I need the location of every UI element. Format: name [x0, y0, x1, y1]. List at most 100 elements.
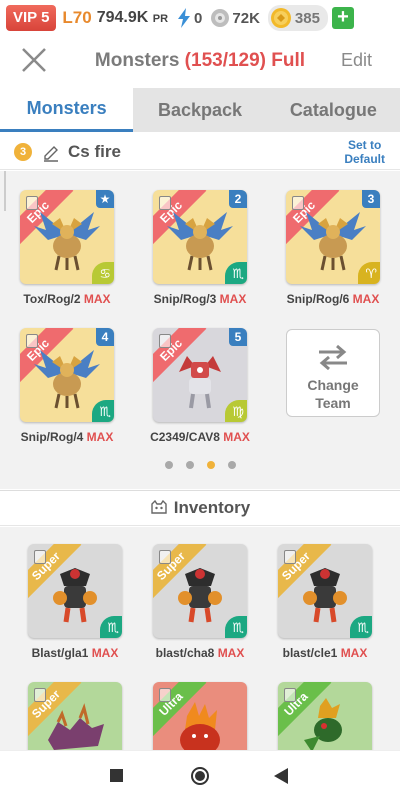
page-dot[interactable] [164, 461, 173, 469]
max-tag: MAX [340, 646, 368, 660]
inventory-header: Inventory [0, 490, 400, 526]
monster-label: Snip/Rog/4 MAX [7, 430, 127, 444]
page-dot-active[interactable] [206, 461, 215, 469]
monster-label: C2349/CAV8 MAX [140, 430, 260, 444]
max-tag: MAX [217, 646, 245, 660]
set-default-button[interactable]: Set to Default [344, 138, 385, 166]
monster-name: blast/cha8 [155, 646, 215, 660]
fire-beast-icon [180, 702, 220, 750]
energy-resource[interactable]: 0 [176, 8, 202, 28]
monster-card[interactable]: Ultra [278, 682, 372, 750]
max-tag: MAX [83, 292, 111, 306]
monster-count: (153/129) Full [184, 50, 306, 71]
add-gold-button[interactable]: + [331, 7, 354, 29]
monster-card[interactable]: Super ♏ [153, 544, 247, 638]
max-tag: MAX [86, 430, 114, 444]
power-rating-value: 794.9K [96, 9, 149, 26]
system-nav-bar [0, 750, 400, 800]
beast-icon [53, 568, 97, 623]
recent-apps-icon[interactable] [110, 769, 123, 782]
zodiac-icon: ♏ [225, 262, 247, 284]
max-tag: MAX [219, 292, 247, 306]
page-dot[interactable] [185, 461, 194, 469]
page-dot[interactable] [227, 461, 236, 469]
power-rating: 794.9K PR [97, 9, 168, 27]
team-number-badge: 3 [14, 143, 32, 161]
griffin-icon [300, 212, 366, 271]
zodiac-icon: ♏ [225, 616, 247, 638]
status-bar: VIP 5 L70 794.9K PR 0 72K 385 + [0, 0, 400, 36]
inventory-title: Inventory [173, 498, 251, 517]
team-bar: 3 Cs fire Set to Default [0, 134, 400, 170]
monster-face-icon [151, 500, 167, 514]
scrollbar[interactable] [4, 171, 6, 211]
change-team-button[interactable]: Change Team [286, 329, 380, 417]
food-icon [211, 9, 230, 27]
page-title-text: Monsters [94, 50, 180, 71]
zodiac-icon: ♏ [92, 400, 114, 422]
change-team-line1: Change [307, 377, 359, 393]
monster-card[interactable]: Epic 3 ♈ [286, 190, 380, 284]
gold-coin-icon [270, 8, 291, 28]
monster-card[interactable]: Super [28, 682, 122, 750]
monster-card[interactable]: Ultra [153, 682, 247, 750]
monster-card[interactable]: Epic 5 ♍ [153, 328, 247, 422]
zodiac-icon: ♈ [358, 262, 380, 284]
set-default-line2: Default [344, 152, 385, 166]
change-team-line2: Team [315, 395, 351, 411]
griffin-icon [34, 212, 100, 271]
tab-monsters[interactable]: Monsters [0, 88, 134, 132]
edit-button[interactable]: Edit [341, 50, 372, 71]
team-name[interactable]: Cs fire [68, 142, 121, 162]
page-indicator [0, 461, 400, 469]
beast-icon [178, 568, 222, 623]
robot-icon [179, 356, 221, 409]
max-tag: MAX [91, 646, 119, 660]
monster-name: Snip/Rog/4 [20, 430, 84, 444]
vip-badge[interactable]: VIP 5 [6, 5, 57, 31]
swap-icon [319, 344, 347, 371]
griffin-icon [34, 350, 100, 409]
tab-bar: Monsters Backpack Catalogue [0, 88, 400, 132]
monster-label: blast/cle1 MAX [265, 646, 385, 660]
monster-label: Snip/Rog/3 MAX [140, 292, 260, 306]
energy-value: 0 [194, 9, 203, 27]
monster-name: blast/cle1 [282, 646, 338, 660]
gold-value: 385 [294, 9, 320, 27]
inventory-area: Super ♏ Blast/gla1 MAX Super ♏ blast/cha… [0, 527, 400, 750]
max-tag: MAX [352, 292, 380, 306]
monster-card[interactable]: Epic 2 ♏ [153, 190, 247, 284]
zodiac-icon: ♏ [350, 616, 372, 638]
monster-name: Snip/Rog/3 [153, 292, 217, 306]
monster-name: C2349/CAV8 [150, 430, 220, 444]
pencil-icon[interactable] [42, 144, 60, 162]
zodiac-icon: ♋ [92, 262, 114, 284]
monster-card[interactable]: Epic ★ ♋ [20, 190, 114, 284]
team-area: Epic ★ ♋ Tox/Rog/2 MAX Epic 2 ♏ Snip/Rog… [0, 171, 400, 489]
food-value: 72K [232, 9, 260, 27]
zodiac-icon: ♍ [225, 400, 247, 422]
dragon-icon [48, 703, 104, 750]
monster-name: Tox/Rog/2 [23, 292, 81, 306]
tab-catalogue[interactable]: Catalogue [267, 88, 400, 132]
monster-card[interactable]: Super ♏ [28, 544, 122, 638]
monster-label: blast/cha8 MAX [140, 646, 260, 660]
food-resource[interactable]: 72K [210, 8, 260, 28]
gold-resource[interactable]: 385 [267, 5, 328, 31]
monster-label: Snip/Rog/6 MAX [273, 292, 393, 306]
back-icon[interactable] [274, 768, 288, 784]
plant-dragon-icon [304, 698, 342, 750]
tab-backpack[interactable]: Backpack [133, 88, 266, 132]
lightning-icon [178, 8, 191, 28]
max-tag: MAX [223, 430, 250, 444]
monster-label: Tox/Rog/2 MAX [7, 292, 127, 306]
monster-card[interactable]: Super ♏ [278, 544, 372, 638]
monster-name: Blast/gla1 [31, 646, 89, 660]
monster-name: Snip/Rog/6 [286, 292, 350, 306]
zodiac-icon: ♏ [100, 616, 122, 638]
home-icon[interactable] [190, 766, 210, 786]
power-rating-unit: PR [152, 13, 169, 25]
griffin-icon [167, 212, 233, 271]
set-default-line1: Set to [347, 138, 382, 152]
monster-card[interactable]: Epic 4 ♏ [20, 328, 114, 422]
